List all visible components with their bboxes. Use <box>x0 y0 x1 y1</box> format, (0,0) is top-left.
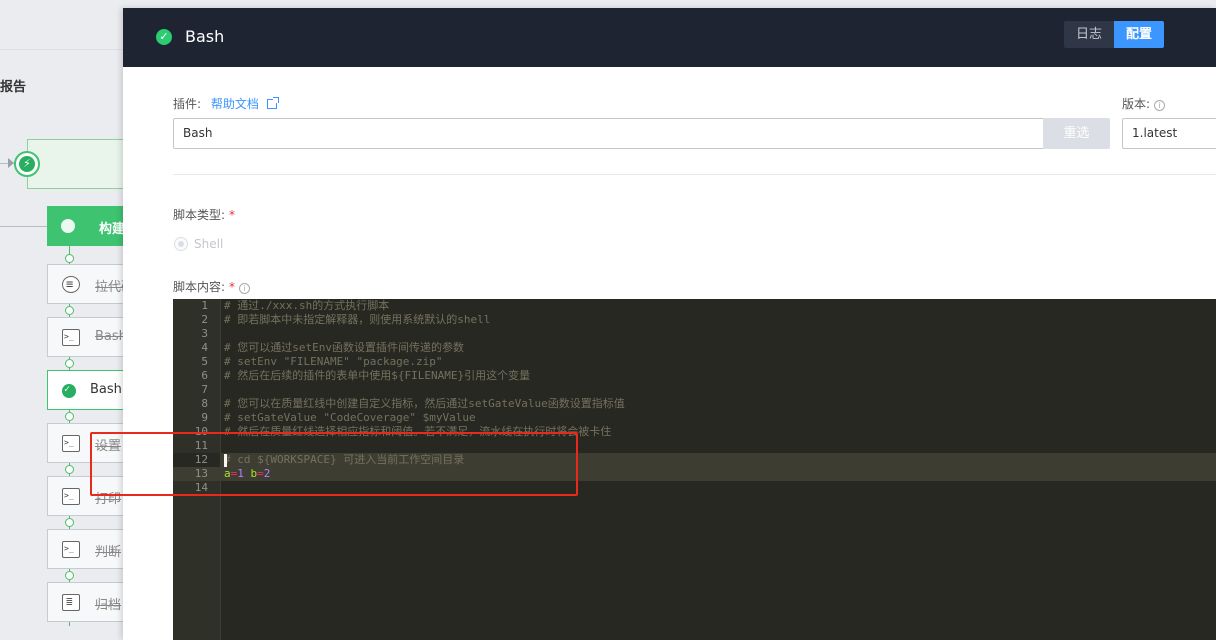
connector-dot <box>65 571 74 580</box>
connector-dot <box>65 412 74 421</box>
panel-header: ✓ Bash 日志 配置 <box>123 8 1216 67</box>
code-line: # 您可以通过setEnv函数设置插件间传递的参数 <box>224 341 464 354</box>
tab-config[interactable]: 配置 <box>1114 21 1165 48</box>
info-icon[interactable]: i <box>239 283 251 294</box>
script-type-field-label: 脚本类型: * <box>173 206 235 223</box>
line-number: 7 <box>201 383 208 396</box>
success-check-icon: ✓ <box>156 29 172 45</box>
version-label: 版本: <box>1122 97 1151 111</box>
code-pull-icon <box>62 276 80 293</box>
code-line: # 通过./xxx.sh的方式执行脚本 <box>224 299 390 312</box>
annotation-highlight-box <box>90 432 578 496</box>
line-number: 9 <box>201 411 208 424</box>
script-content-label: 脚本内容: <box>173 280 226 294</box>
info-icon[interactable]: i <box>1154 100 1166 111</box>
connector-dot <box>65 306 74 315</box>
required-mark: * <box>229 280 236 294</box>
code-line: # setEnv "FILENAME" "package.zip" <box>224 355 443 368</box>
plugin-label: 插件: <box>173 97 202 111</box>
help-doc-link[interactable]: 帮助文档 <box>211 97 259 111</box>
stage-label: 构建 <box>99 222 126 237</box>
clipboard-icon <box>62 594 80 611</box>
check-circle-icon <box>62 384 76 398</box>
code-line: # setGateValue "CodeCoverage" $myValue <box>224 411 476 424</box>
line-number: 8 <box>201 397 208 410</box>
required-mark: * <box>229 208 236 222</box>
connector-dot <box>65 359 74 368</box>
divider <box>0 49 130 50</box>
terminal-icon <box>62 329 80 346</box>
line-number: 5 <box>201 355 208 368</box>
radio-label: Shell <box>194 237 224 251</box>
reselect-button[interactable]: 重选 <box>1043 118 1110 149</box>
tab-log[interactable]: 日志 <box>1064 21 1115 48</box>
panel-tabs: 日志 配置 <box>1064 21 1165 48</box>
trigger-stage[interactable] <box>27 139 137 189</box>
code-line: # 即若脚本中未指定解释器，则使用系统默认的shell <box>224 313 491 326</box>
section-divider <box>173 174 1216 175</box>
plugin-field-label: 插件: 帮助文档 <box>173 95 279 112</box>
line-number: 2 <box>201 313 208 326</box>
code-line: # 您可以在质量红线中创建自定义指标，然后通过setGateValue函数设置指… <box>224 397 625 410</box>
check-circle-icon <box>61 219 75 233</box>
line-number: 1 <box>201 299 208 312</box>
trigger-node[interactable]: ⚡ <box>14 151 40 177</box>
script-type-label: 脚本类型: <box>173 208 226 222</box>
connector-dot <box>65 518 74 527</box>
line-number: 4 <box>201 341 208 354</box>
line-number: 3 <box>201 327 208 340</box>
plugin-input[interactable]: Bash <box>173 118 1043 149</box>
job-label: 归档 <box>95 598 122 613</box>
external-link-icon[interactable] <box>266 97 279 109</box>
version-select[interactable]: 1.latest <box>1122 118 1216 149</box>
plugin-config-panel: ✓ Bash 日志 配置 插件: 帮助文档 Bash 重选 版本: i 1.lat… <box>123 8 1216 640</box>
job-label: 判断 <box>95 545 122 560</box>
connector-dot <box>65 465 74 474</box>
connector-line <box>0 226 48 227</box>
terminal-icon <box>62 435 80 452</box>
code-line: # 然后在后续的插件的表单中使用${FILENAME}引用这个变量 <box>224 369 531 382</box>
report-label: 报告 <box>0 80 27 95</box>
connector-dot <box>65 254 74 263</box>
version-field-label: 版本: i <box>1122 95 1166 112</box>
lightning-icon: ⚡ <box>19 156 35 172</box>
radio-circle[interactable] <box>174 237 188 251</box>
line-number: 6 <box>201 369 208 382</box>
script-content-field-label: 脚本内容: * i <box>173 278 251 295</box>
panel-title: Bash <box>185 27 225 46</box>
terminal-icon <box>62 541 80 558</box>
job-label: Bash <box>90 382 122 397</box>
terminal-icon <box>62 488 80 505</box>
